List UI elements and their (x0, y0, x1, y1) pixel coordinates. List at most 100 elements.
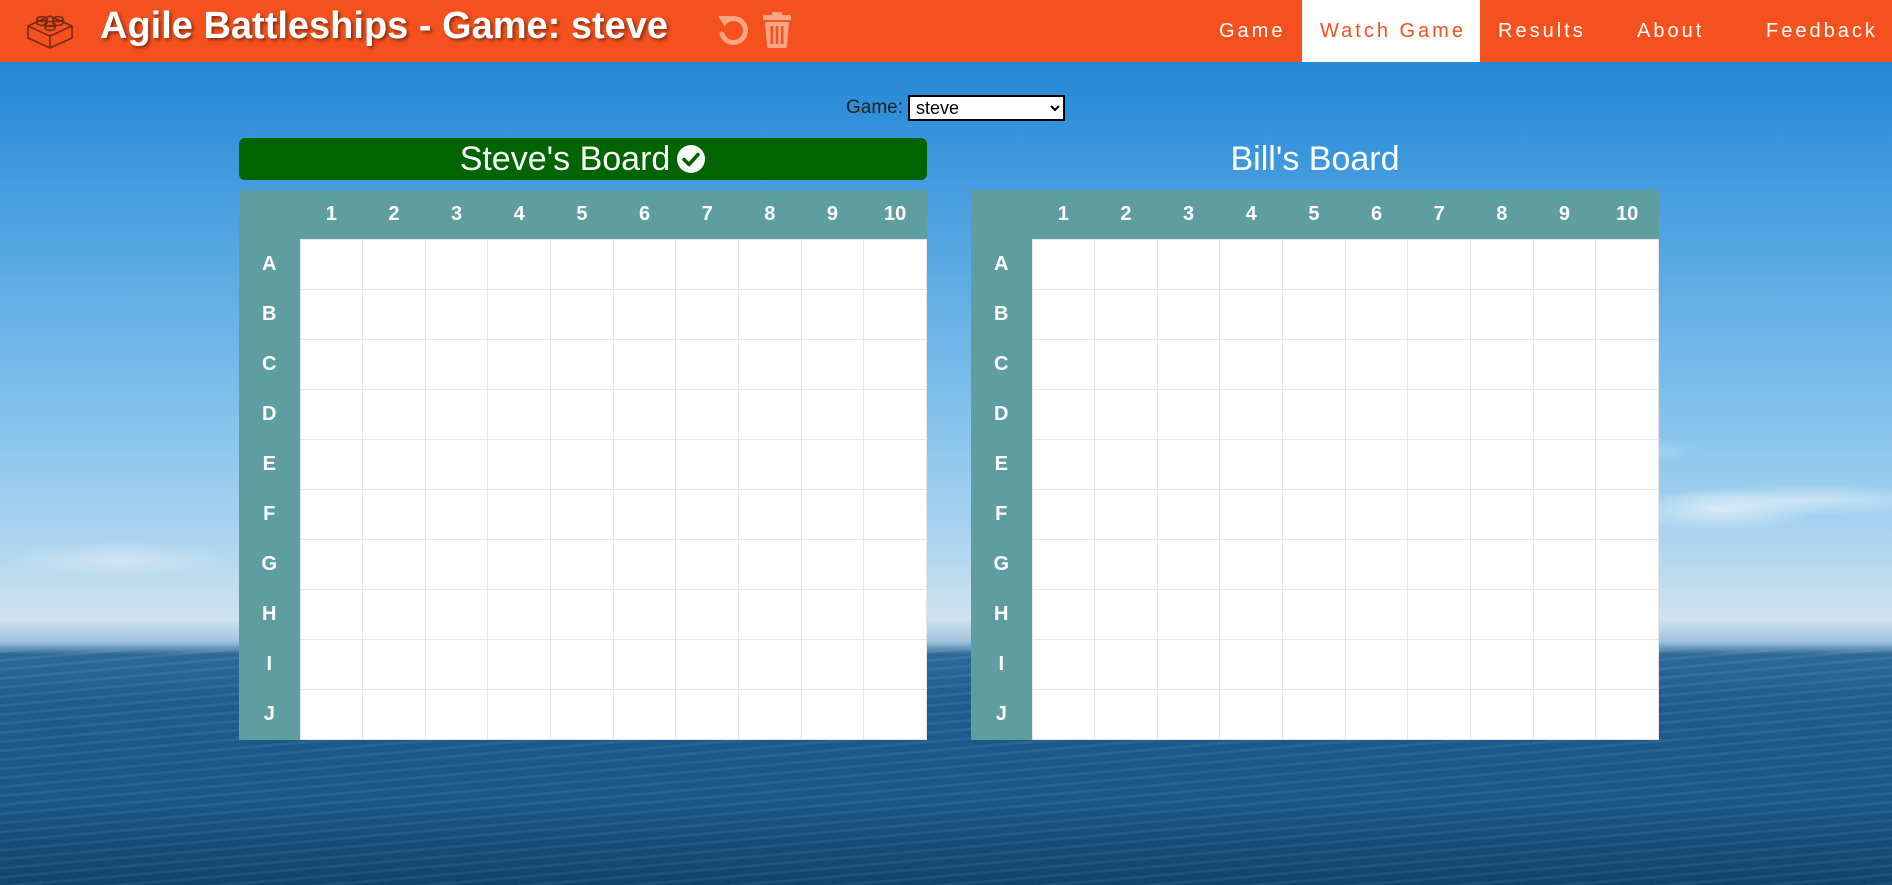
grid-cell[interactable] (612, 489, 677, 540)
grid-cell[interactable] (299, 289, 364, 340)
grid-cell[interactable] (1282, 389, 1346, 440)
grid-cell[interactable] (550, 439, 614, 490)
grid-cell[interactable] (1595, 239, 1659, 290)
grid-cell[interactable] (1469, 439, 1534, 490)
grid-cell[interactable] (863, 539, 927, 590)
grid-cell[interactable] (737, 639, 802, 690)
grid-cell[interactable] (1094, 389, 1158, 440)
grid-cell[interactable] (1094, 689, 1158, 740)
grid-cell[interactable] (1595, 389, 1659, 440)
grid-cell[interactable] (424, 389, 489, 440)
grid-cell[interactable] (362, 539, 426, 590)
grid-cell[interactable] (550, 339, 614, 390)
grid-cell[interactable] (1469, 689, 1534, 740)
grid-cell[interactable] (1282, 539, 1346, 590)
nav-game[interactable]: Game (1189, 0, 1302, 62)
grid-cell[interactable] (1595, 289, 1659, 340)
grid-cell[interactable] (1031, 389, 1096, 440)
grid-cell[interactable] (1344, 289, 1409, 340)
grid-cell[interactable] (1156, 339, 1221, 390)
grid-cell[interactable] (550, 589, 614, 640)
grid-cell[interactable] (1595, 689, 1659, 740)
grid-cell[interactable] (612, 539, 677, 590)
trash-icon[interactable] (760, 10, 794, 50)
nav-feedback[interactable]: Feedback (1748, 0, 1892, 62)
grid-cell[interactable] (737, 489, 802, 540)
grid-cell[interactable] (1532, 339, 1597, 390)
grid-cell[interactable] (1344, 339, 1409, 390)
grid-cell[interactable] (1407, 539, 1471, 590)
grid-cell[interactable] (1031, 639, 1096, 690)
grid-cell[interactable] (1031, 289, 1096, 340)
grid-cell[interactable] (800, 689, 865, 740)
grid-cell[interactable] (1344, 689, 1409, 740)
grid-cell[interactable] (1532, 689, 1597, 740)
grid-cell[interactable] (1407, 489, 1471, 540)
grid-cell[interactable] (800, 339, 865, 390)
grid-cell[interactable] (487, 439, 552, 490)
grid-cell[interactable] (612, 239, 677, 290)
nav-watch-game[interactable]: Watch Game (1302, 0, 1480, 62)
grid-cell[interactable] (299, 339, 364, 390)
grid-cell[interactable] (1094, 639, 1158, 690)
grid-cell[interactable] (299, 239, 364, 290)
grid-cell[interactable] (675, 489, 739, 540)
grid-cell[interactable] (299, 439, 364, 490)
grid-cell[interactable] (800, 589, 865, 640)
grid-cell[interactable] (1219, 639, 1284, 690)
grid-cell[interactable] (362, 489, 426, 540)
grid-cell[interactable] (675, 639, 739, 690)
grid-cell[interactable] (550, 689, 614, 740)
grid-cell[interactable] (737, 689, 802, 740)
grid-cell[interactable] (1156, 289, 1221, 340)
grid-cell[interactable] (1219, 289, 1284, 340)
grid-cell[interactable] (1031, 539, 1096, 590)
grid-cell[interactable] (487, 539, 552, 590)
grid-cell[interactable] (424, 489, 489, 540)
grid-cell[interactable] (1407, 689, 1471, 740)
grid-cell[interactable] (1532, 389, 1597, 440)
grid-cell[interactable] (675, 589, 739, 640)
grid-cell[interactable] (612, 339, 677, 390)
grid-cell[interactable] (1282, 239, 1346, 290)
grid-cell[interactable] (675, 239, 739, 290)
grid-cell[interactable] (612, 389, 677, 440)
grid-cell[interactable] (362, 339, 426, 390)
grid-cell[interactable] (1219, 439, 1284, 490)
grid-cell[interactable] (1031, 339, 1096, 390)
grid-cell[interactable] (1532, 539, 1597, 590)
grid-cell[interactable] (1469, 639, 1534, 690)
grid-cell[interactable] (1156, 389, 1221, 440)
grid-cell[interactable] (1282, 589, 1346, 640)
grid-cell[interactable] (487, 689, 552, 740)
grid-cell[interactable] (1595, 339, 1659, 390)
grid-cell[interactable] (1344, 639, 1409, 690)
grid-cell[interactable] (863, 389, 927, 440)
grid-cell[interactable] (800, 439, 865, 490)
grid-cell[interactable] (800, 539, 865, 590)
grid-cell[interactable] (675, 339, 739, 390)
grid-cell[interactable] (487, 489, 552, 540)
grid-cell[interactable] (1595, 439, 1659, 490)
grid-cell[interactable] (1595, 589, 1659, 640)
grid-cell[interactable] (1469, 239, 1534, 290)
grid-cell[interactable] (1532, 489, 1597, 540)
grid-cell[interactable] (863, 589, 927, 640)
lego-brick-icon[interactable] (24, 8, 76, 54)
grid-cell[interactable] (487, 589, 552, 640)
grid-cell[interactable] (800, 489, 865, 540)
grid-cell[interactable] (299, 489, 364, 540)
grid-cell[interactable] (299, 689, 364, 740)
grid-cell[interactable] (675, 289, 739, 340)
grid-cell[interactable] (1595, 489, 1659, 540)
grid-cell[interactable] (1282, 339, 1346, 390)
grid-cell[interactable] (550, 539, 614, 590)
grid-cell[interactable] (1219, 489, 1284, 540)
grid-cell[interactable] (1156, 489, 1221, 540)
grid-cell[interactable] (1282, 689, 1346, 740)
grid-cell[interactable] (362, 389, 426, 440)
grid-cell[interactable] (1094, 539, 1158, 590)
grid-cell[interactable] (1031, 239, 1096, 290)
grid-cell[interactable] (1407, 589, 1471, 640)
grid-cell[interactable] (362, 589, 426, 640)
